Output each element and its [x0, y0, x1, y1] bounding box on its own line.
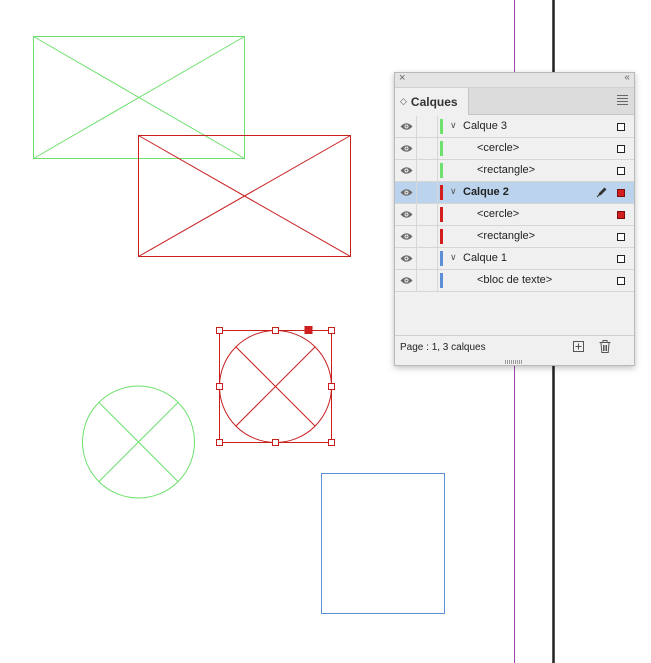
layer-name: Calque 2 — [463, 186, 509, 198]
column-divider — [416, 248, 417, 269]
layer-name: <bloc de texte> — [477, 274, 553, 286]
chevron-down-icon[interactable]: ∨ — [450, 186, 457, 197]
layer-row[interactable]: <rectangle> — [395, 160, 634, 182]
column-divider — [416, 138, 417, 159]
layers-panel: × ‹‹ ◇ Calques ∨ Calque 3 <cercle> <rectang… — [394, 72, 635, 366]
column-divider — [416, 270, 417, 291]
green-circle-frame[interactable] — [82, 385, 195, 499]
layer-color-swatch — [440, 185, 443, 200]
column-divider — [416, 116, 417, 137]
lock-column[interactable] — [437, 248, 438, 269]
layer-row[interactable]: <cercle> — [395, 204, 634, 226]
layer-color-swatch — [440, 229, 443, 244]
red-circle-frame[interactable] — [219, 330, 332, 443]
blue-text-frame[interactable] — [321, 473, 445, 614]
panel-footer: Page : 1, 3 calques — [395, 335, 634, 359]
selection-target-box[interactable] — [617, 123, 625, 131]
eye-icon[interactable] — [400, 122, 413, 131]
selection-target-box[interactable] — [617, 277, 625, 285]
eye-icon[interactable] — [400, 188, 413, 197]
eye-icon[interactable] — [400, 166, 413, 175]
panel-resize-grip[interactable] — [505, 360, 523, 364]
lock-column[interactable] — [437, 204, 438, 225]
selection-target-box[interactable] — [617, 145, 625, 153]
selection-target-box[interactable] — [617, 233, 625, 241]
layer-color-swatch — [440, 273, 443, 288]
lock-column[interactable] — [437, 116, 438, 137]
layer-name: <rectangle> — [477, 164, 536, 176]
lock-column[interactable] — [437, 160, 438, 181]
eye-icon[interactable] — [400, 254, 413, 263]
column-divider — [416, 226, 417, 247]
layer-list: ∨ Calque 3 <cercle> <rectangle> ∨ Calque 2 <ce… — [395, 116, 634, 292]
panel-tab-bar: ◇ Calques — [395, 88, 634, 115]
column-divider — [416, 160, 417, 181]
layer-row[interactable]: ∨ Calque 1 — [395, 248, 634, 270]
layer-name: Calque 3 — [463, 120, 508, 132]
layer-color-swatch — [440, 119, 443, 134]
panel-title-bar[interactable]: × ‹‹ — [395, 72, 634, 88]
layer-row[interactable]: <cercle> — [395, 138, 634, 160]
new-layer-icon[interactable] — [573, 341, 584, 352]
lock-column[interactable] — [437, 270, 438, 291]
selection-target-box[interactable] — [617, 189, 625, 197]
layer-row[interactable]: ∨ Calque 2 — [395, 182, 634, 204]
layer-row[interactable]: <bloc de texte> — [395, 270, 634, 292]
panel-menu-icon[interactable] — [617, 95, 628, 107]
layer-name: <cercle> — [477, 208, 520, 220]
content-grabber-handle — [304, 326, 313, 334]
eye-icon[interactable] — [400, 276, 413, 285]
selection-target-box[interactable] — [617, 167, 625, 175]
eye-icon[interactable] — [400, 144, 413, 153]
tab-label: Calques — [410, 94, 458, 109]
column-divider — [416, 182, 417, 203]
collapse-icon[interactable]: ‹‹ — [624, 72, 630, 83]
selection-target-box[interactable] — [617, 211, 625, 219]
pen-icon — [596, 187, 607, 198]
lock-column[interactable] — [437, 226, 438, 247]
layer-row[interactable]: <rectangle> — [395, 226, 634, 248]
layer-color-swatch — [440, 207, 443, 222]
layer-color-swatch — [440, 251, 443, 266]
layer-count-status: Page : 1, 3 calques — [400, 342, 486, 353]
layer-name: Calque 1 — [463, 252, 508, 264]
tab-calques[interactable]: ◇ Calques — [395, 88, 469, 115]
eye-icon[interactable] — [400, 232, 413, 241]
layer-color-swatch — [440, 163, 443, 178]
selection-target-box[interactable] — [617, 255, 625, 263]
column-divider — [416, 204, 417, 225]
lock-column[interactable] — [437, 138, 438, 159]
eye-icon[interactable] — [400, 210, 413, 219]
chevron-down-icon[interactable]: ∨ — [450, 120, 457, 131]
layer-color-swatch — [440, 141, 443, 156]
layer-name: <cercle> — [477, 142, 520, 154]
layer-name: <rectangle> — [477, 230, 536, 242]
lock-column[interactable] — [437, 182, 438, 203]
tab-chevron-icon: ◇ — [400, 96, 407, 106]
close-icon[interactable]: × — [399, 72, 405, 84]
layer-row[interactable]: ∨ Calque 3 — [395, 116, 634, 138]
chevron-down-icon[interactable]: ∨ — [450, 252, 457, 263]
trash-icon[interactable] — [599, 340, 611, 353]
